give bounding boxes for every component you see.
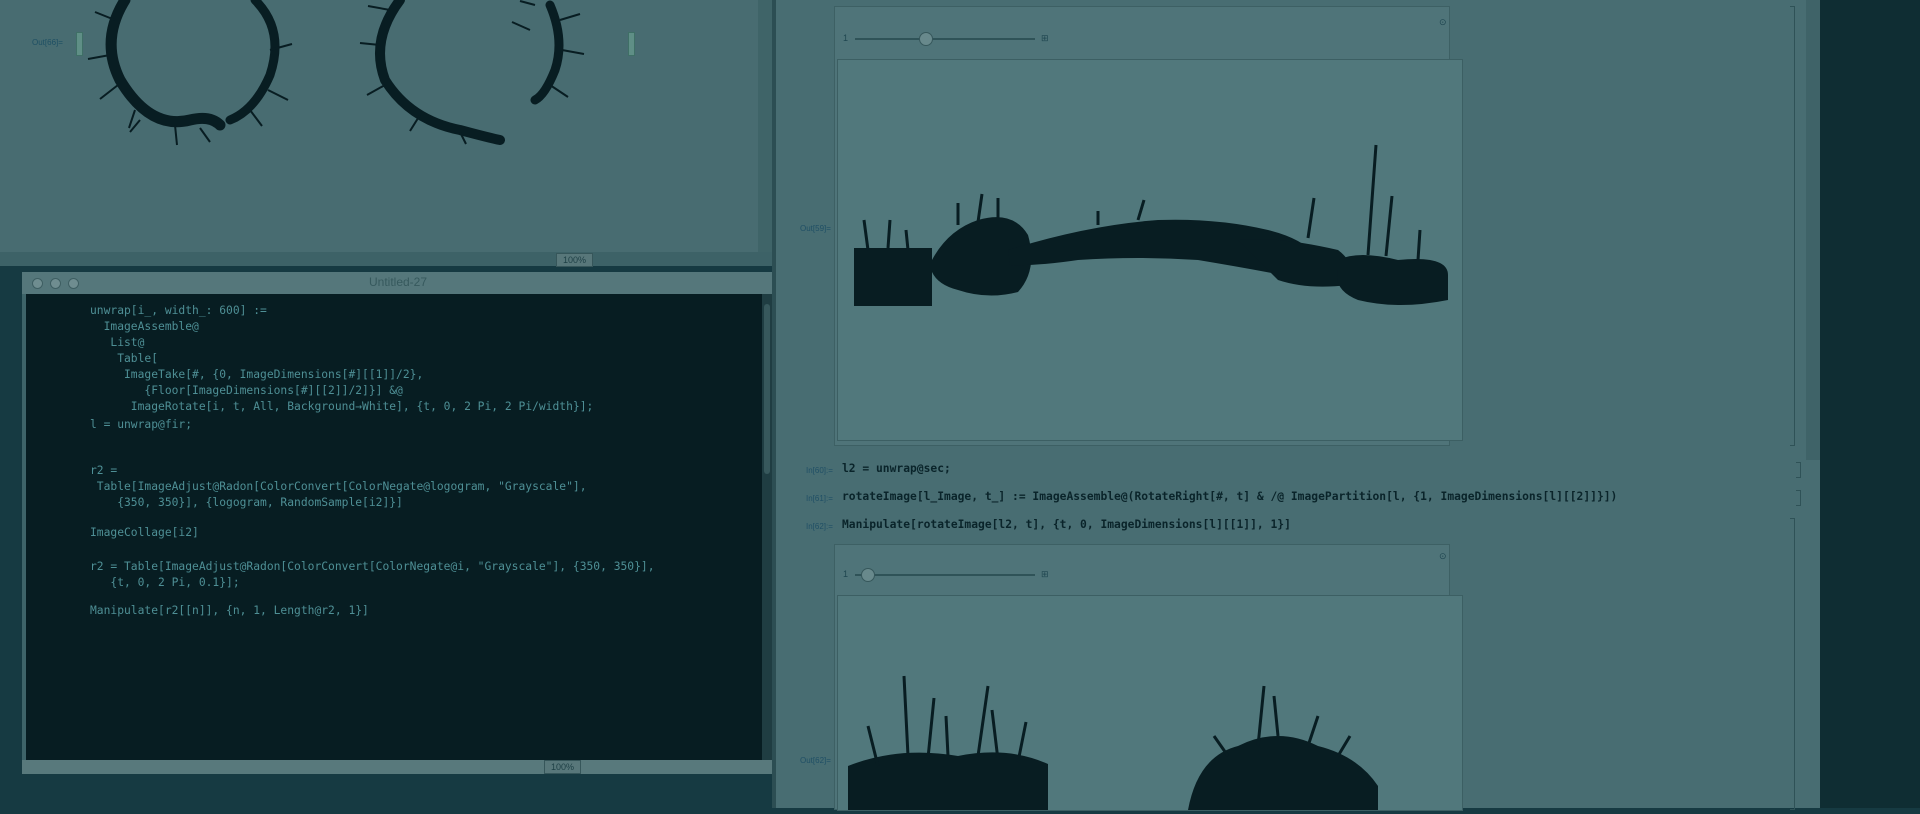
code-line: ImageTake[#, {0, ImageDimensions[#][[1]]… xyxy=(90,368,424,381)
code-editor-window: Untitled-27 unwrap[i_, width_: 600] := I… xyxy=(22,272,774,774)
code-line: r2 = xyxy=(90,464,118,477)
zoom-control[interactable]: 100% xyxy=(556,253,594,267)
slider-expand-icon[interactable]: ⊞ xyxy=(1041,569,1049,580)
manipulate-output-image xyxy=(837,595,1463,811)
code-line: Table[ImageAdjust@Radon[ColorConvert[Col… xyxy=(90,480,587,493)
code-line: {350, 350}], {logogram, RandomSample[i2]… xyxy=(90,496,403,509)
scrollbar-thumb[interactable] xyxy=(764,304,770,474)
code-line: Table[ xyxy=(90,352,159,365)
slider-expand-icon[interactable]: ⊞ xyxy=(1041,33,1049,44)
options-icon[interactable]: ⊙ xyxy=(1439,17,1447,28)
options-icon[interactable]: ⊙ xyxy=(1439,551,1447,562)
code-line: Manipulate[r2[[n]], {n, 1, Length@r2, 1}… xyxy=(90,604,369,617)
code-line: List@ xyxy=(90,336,145,349)
out-label: Out[62]= xyxy=(800,756,831,765)
zoom-control[interactable]: 100% xyxy=(544,760,582,774)
code-line: {t, 0, 2 Pi, 0.1}]; xyxy=(90,576,240,589)
in-label: In[60]:= xyxy=(806,466,833,475)
input-cell-code[interactable]: rotateImage[l_Image, t_] := ImageAssembl… xyxy=(842,490,1617,503)
out-label: Out[66]= xyxy=(32,38,63,47)
code-line: {Floor[ImageDimensions[#][[2]]/2]}] &@ xyxy=(90,384,403,397)
slider-min-label: 1 xyxy=(843,33,849,43)
slider-knob[interactable] xyxy=(861,568,875,582)
code-line: ImageCollage[i2] xyxy=(90,526,199,539)
slider-min-label: 1 xyxy=(843,569,849,579)
out-label: Out[59]= xyxy=(800,224,831,233)
unwrapped-logogram xyxy=(854,144,1448,306)
editor-status-bar: 100% xyxy=(22,760,774,774)
in-label: In[61]:= xyxy=(806,494,833,503)
manipulate-panel: 1 ⊞ ⊙ xyxy=(834,544,1463,811)
top-status-bar: 100% xyxy=(0,252,772,267)
manipulate-panel: 1 ⊞ ⊙ xyxy=(834,6,1463,446)
code-line: l = unwrap@fir; xyxy=(90,418,193,431)
code-line: r2 = Table[ImageAdjust@Radon[ColorConver… xyxy=(90,560,655,573)
right-notebook-window: 1 ⊞ ⊙ Out[59]= In[60]:= l2 = unwrap@sec;… xyxy=(776,0,1820,811)
cell-bracket[interactable] xyxy=(1790,518,1795,810)
vertical-scrollbar[interactable] xyxy=(1806,0,1820,460)
vertical-scrollbar[interactable] xyxy=(762,294,772,760)
input-cell-code[interactable]: l2 = unwrap@sec; xyxy=(842,462,951,475)
cell-bracket[interactable] xyxy=(1796,490,1801,506)
code-area[interactable]: unwrap[i_, width_: 600] := ImageAssemble… xyxy=(26,294,762,760)
window-title: Untitled-27 xyxy=(368,275,428,289)
slider-track[interactable] xyxy=(855,38,1035,40)
vertical-scrollbar[interactable] xyxy=(758,0,772,252)
slider-knob[interactable] xyxy=(919,32,933,46)
cell-bracket[interactable] xyxy=(1790,6,1795,446)
rotated-logogram xyxy=(848,675,1378,810)
in-label: In[62]:= xyxy=(806,522,833,531)
code-line: ImageAssemble@ xyxy=(90,320,199,333)
desktop-background xyxy=(1820,0,1920,808)
window-titlebar[interactable]: Untitled-27 xyxy=(22,272,774,294)
top-notebook-window: Out[66]= xyxy=(0,0,772,266)
logogram-output-image xyxy=(87,0,585,146)
code-line: unwrap[i_, width_: 600] := xyxy=(90,304,267,317)
slider-track[interactable] xyxy=(855,574,1035,576)
manipulate-output-image xyxy=(837,59,1463,441)
cell-bracket[interactable] xyxy=(1796,462,1801,478)
input-cell-code[interactable]: Manipulate[rotateImage[l2, t], {t, 0, Im… xyxy=(842,518,1291,531)
code-line: ImageRotate[i, t, All, Background→White]… xyxy=(90,400,594,413)
